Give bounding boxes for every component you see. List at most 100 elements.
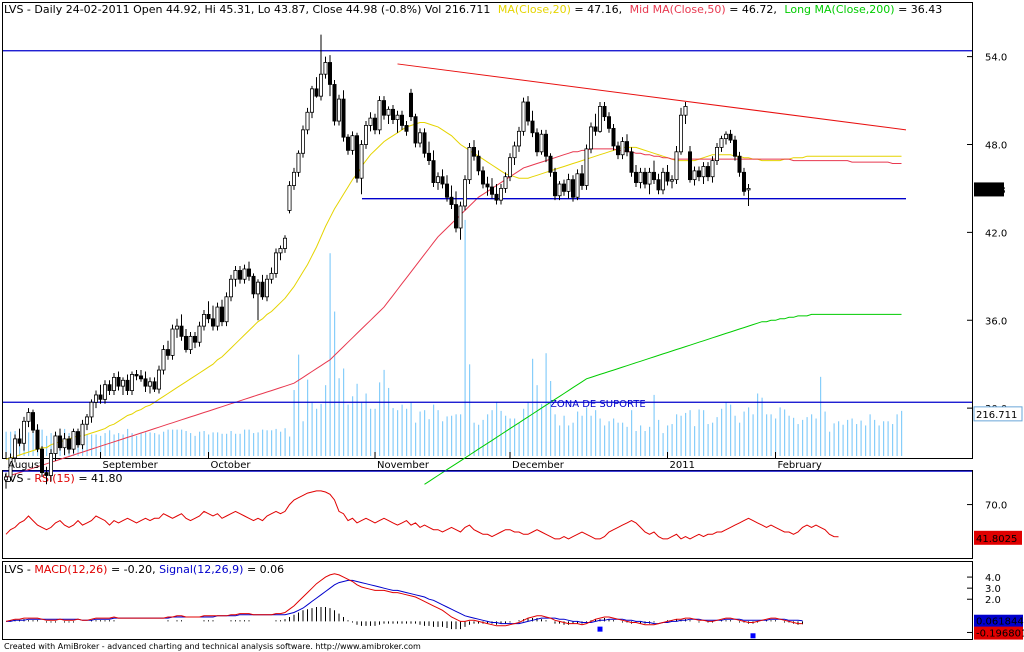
macd-header: LVS - MACD(12,26) = -0.20, Signal(12,26,… bbox=[4, 563, 284, 576]
volume-bar bbox=[293, 390, 295, 456]
candle-body bbox=[724, 133, 729, 140]
candle-body bbox=[242, 268, 247, 280]
price-tick-label: 48.0 bbox=[985, 140, 1007, 151]
volume-bar bbox=[829, 431, 831, 456]
signal-line bbox=[6, 579, 803, 625]
candle-body bbox=[674, 151, 679, 181]
candle-body bbox=[17, 438, 22, 444]
candle-body bbox=[435, 176, 440, 183]
volume-bar bbox=[559, 425, 561, 456]
candle-body bbox=[498, 188, 503, 201]
candle-body bbox=[737, 155, 742, 173]
volume-bar bbox=[640, 425, 642, 456]
volume-bar bbox=[442, 421, 444, 456]
candle-body bbox=[553, 171, 558, 197]
volume-bar bbox=[311, 401, 313, 456]
candle-body bbox=[566, 179, 571, 192]
candle-body bbox=[197, 325, 202, 343]
volume-bar bbox=[838, 421, 840, 456]
volume-bar bbox=[775, 418, 777, 456]
candle-body bbox=[161, 349, 166, 371]
volume-bar bbox=[505, 415, 507, 456]
footer-credit: Created with AmiBroker - advanced charti… bbox=[4, 642, 421, 651]
rsi-legend: RSI(15) bbox=[34, 472, 74, 485]
candle-body bbox=[305, 111, 310, 131]
candle-body bbox=[85, 416, 90, 425]
candle-body bbox=[278, 248, 283, 254]
candle-body bbox=[544, 133, 549, 157]
volume-bar bbox=[316, 408, 318, 456]
volume-bar bbox=[572, 422, 574, 456]
volume-bar bbox=[649, 426, 651, 456]
volume-bar bbox=[653, 394, 655, 456]
price-header: LVS - Daily 24-02-2011 Open 44.92, Hi 45… bbox=[4, 3, 942, 16]
candle-body bbox=[228, 278, 233, 298]
candle-body bbox=[471, 147, 476, 157]
candle-body bbox=[440, 176, 445, 185]
candle-body bbox=[679, 114, 684, 153]
candle-body bbox=[143, 378, 148, 387]
volume-bar bbox=[415, 422, 417, 456]
volume-bar bbox=[743, 411, 745, 456]
rsi-legend-value: = 41.80 bbox=[78, 472, 122, 485]
volume-bar bbox=[703, 410, 705, 456]
candle-body bbox=[215, 306, 220, 327]
volume-bar bbox=[307, 379, 309, 456]
candle-body bbox=[4, 476, 9, 481]
candle-body bbox=[76, 431, 81, 446]
candle-body bbox=[562, 183, 567, 192]
candle-body bbox=[323, 62, 328, 75]
candle-body bbox=[89, 401, 94, 418]
volume-bar bbox=[779, 407, 781, 456]
candle-body bbox=[575, 173, 580, 198]
price-tick-label: 54.0 bbox=[985, 53, 1007, 64]
candle-body bbox=[291, 171, 296, 186]
candle-body bbox=[219, 306, 224, 323]
candle-body bbox=[67, 438, 72, 450]
volume-bar bbox=[91, 434, 93, 456]
candle-body bbox=[611, 127, 616, 147]
volume-bar bbox=[788, 415, 790, 456]
candle-body bbox=[372, 117, 377, 131]
volume-bar bbox=[550, 381, 552, 456]
candle-body bbox=[413, 116, 418, 144]
candle-body bbox=[647, 171, 652, 185]
volume-bar bbox=[824, 411, 826, 456]
volume-bar bbox=[563, 415, 565, 456]
volume-bar bbox=[392, 408, 394, 456]
volume-bar bbox=[514, 418, 516, 456]
volume-bar bbox=[253, 433, 255, 456]
volume-bar bbox=[509, 418, 511, 456]
resistance-trendline bbox=[397, 63, 907, 131]
volume-bar bbox=[730, 404, 732, 456]
volume-bar bbox=[248, 429, 250, 456]
candle-body bbox=[147, 381, 152, 387]
volume-bar bbox=[401, 404, 403, 456]
macd-header-prefix: LVS - bbox=[4, 563, 34, 576]
volume-bar bbox=[892, 424, 894, 456]
candle-body bbox=[282, 237, 287, 249]
volume-bar bbox=[397, 410, 399, 456]
candle-body bbox=[80, 423, 85, 446]
price-pane bbox=[2, 2, 973, 459]
volume-bar bbox=[793, 417, 795, 456]
macd-cross-marker bbox=[597, 626, 603, 632]
candle-body bbox=[571, 179, 576, 198]
candle-body bbox=[183, 335, 188, 350]
volume-bar bbox=[379, 382, 381, 456]
volume-bar bbox=[883, 421, 885, 456]
volume-bar bbox=[500, 410, 502, 456]
candle-body bbox=[652, 171, 657, 181]
candle-body bbox=[134, 374, 139, 377]
volume-bar bbox=[298, 354, 300, 456]
candle-body bbox=[539, 133, 544, 153]
candle-body bbox=[584, 148, 589, 186]
candle-body bbox=[489, 186, 494, 195]
volume-bar bbox=[568, 425, 570, 456]
candle-body bbox=[103, 384, 108, 400]
volume-bar bbox=[874, 419, 876, 456]
candle-body bbox=[210, 318, 215, 327]
volume-bar bbox=[662, 433, 664, 456]
volume-bar bbox=[671, 424, 673, 456]
volume-bar bbox=[437, 410, 439, 456]
